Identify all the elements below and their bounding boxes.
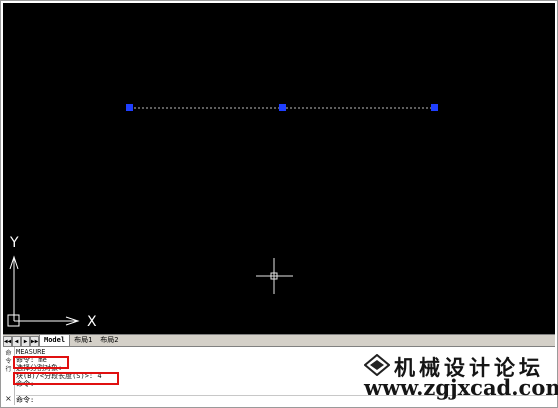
- grip-end[interactable]: [431, 104, 438, 111]
- tab-layout2[interactable]: 布局2: [96, 335, 122, 346]
- highlight-segment-length: [13, 372, 119, 385]
- ucs-y-label: Y: [9, 235, 19, 251]
- tab-last-button[interactable]: ▶▶: [30, 336, 39, 347]
- history-line: MEASURE: [16, 348, 46, 356]
- history-line: 选择分割对象:: [16, 364, 63, 372]
- drawing-svg: Y X: [7, 104, 438, 330]
- tab-next-button[interactable]: ▶: [21, 336, 30, 347]
- app-window: Y X ◀◀ ◀ ▶ ▶▶ Model 布局1 布局2 命令行 × MEASUR…: [0, 0, 558, 408]
- watermark: 机械设计论坛 www.zgjxcad.com: [364, 352, 558, 402]
- history-line: 命令: me: [16, 356, 47, 364]
- ucs-icon: [7, 255, 80, 327]
- ucs-x-label: X: [87, 314, 97, 330]
- grip-mid[interactable]: [279, 104, 286, 111]
- layout-tab-bar: ◀◀ ◀ ▶ ▶▶ Model 布局1 布局2: [3, 334, 555, 347]
- command-window-label: 命令行: [5, 350, 12, 373]
- highlight-command-me: [13, 356, 69, 369]
- grip-start[interactable]: [126, 104, 133, 111]
- tab-first-button[interactable]: ◀◀: [3, 336, 12, 347]
- close-icon[interactable]: ×: [5, 395, 12, 403]
- tab-layout1[interactable]: 布局1: [70, 335, 96, 346]
- logo-icon: [364, 354, 390, 376]
- crosshair-cursor: [256, 258, 293, 294]
- watermark-url: www.zgjxcad.com: [364, 375, 558, 400]
- tab-prev-button[interactable]: ◀: [12, 336, 21, 347]
- tab-model[interactable]: Model: [39, 335, 71, 346]
- drawing-canvas[interactable]: Y X: [3, 3, 555, 334]
